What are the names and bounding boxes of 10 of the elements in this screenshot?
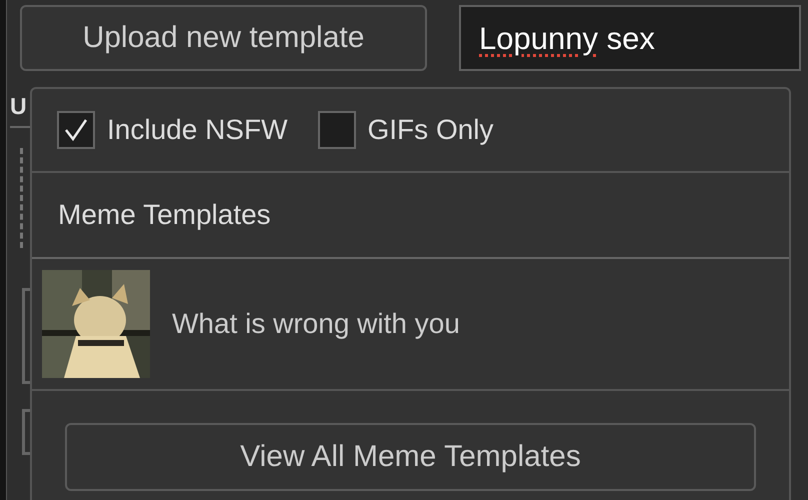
upload-template-button[interactable]: Upload new template [20, 5, 427, 71]
checkbox-label[interactable]: GIFs Only [368, 114, 494, 146]
checkbox[interactable] [57, 111, 95, 149]
section-title: Meme Templates [32, 173, 789, 259]
checkbox-label[interactable]: Include NSFW [107, 114, 288, 146]
template-result[interactable]: What is wrong with you [32, 259, 789, 391]
checkbox[interactable] [318, 111, 356, 149]
search-field[interactable]: Lopunny sex [459, 5, 801, 71]
section-heading: U [10, 93, 27, 120]
view-all-templates-button[interactable]: View All Meme Templates [65, 423, 756, 491]
